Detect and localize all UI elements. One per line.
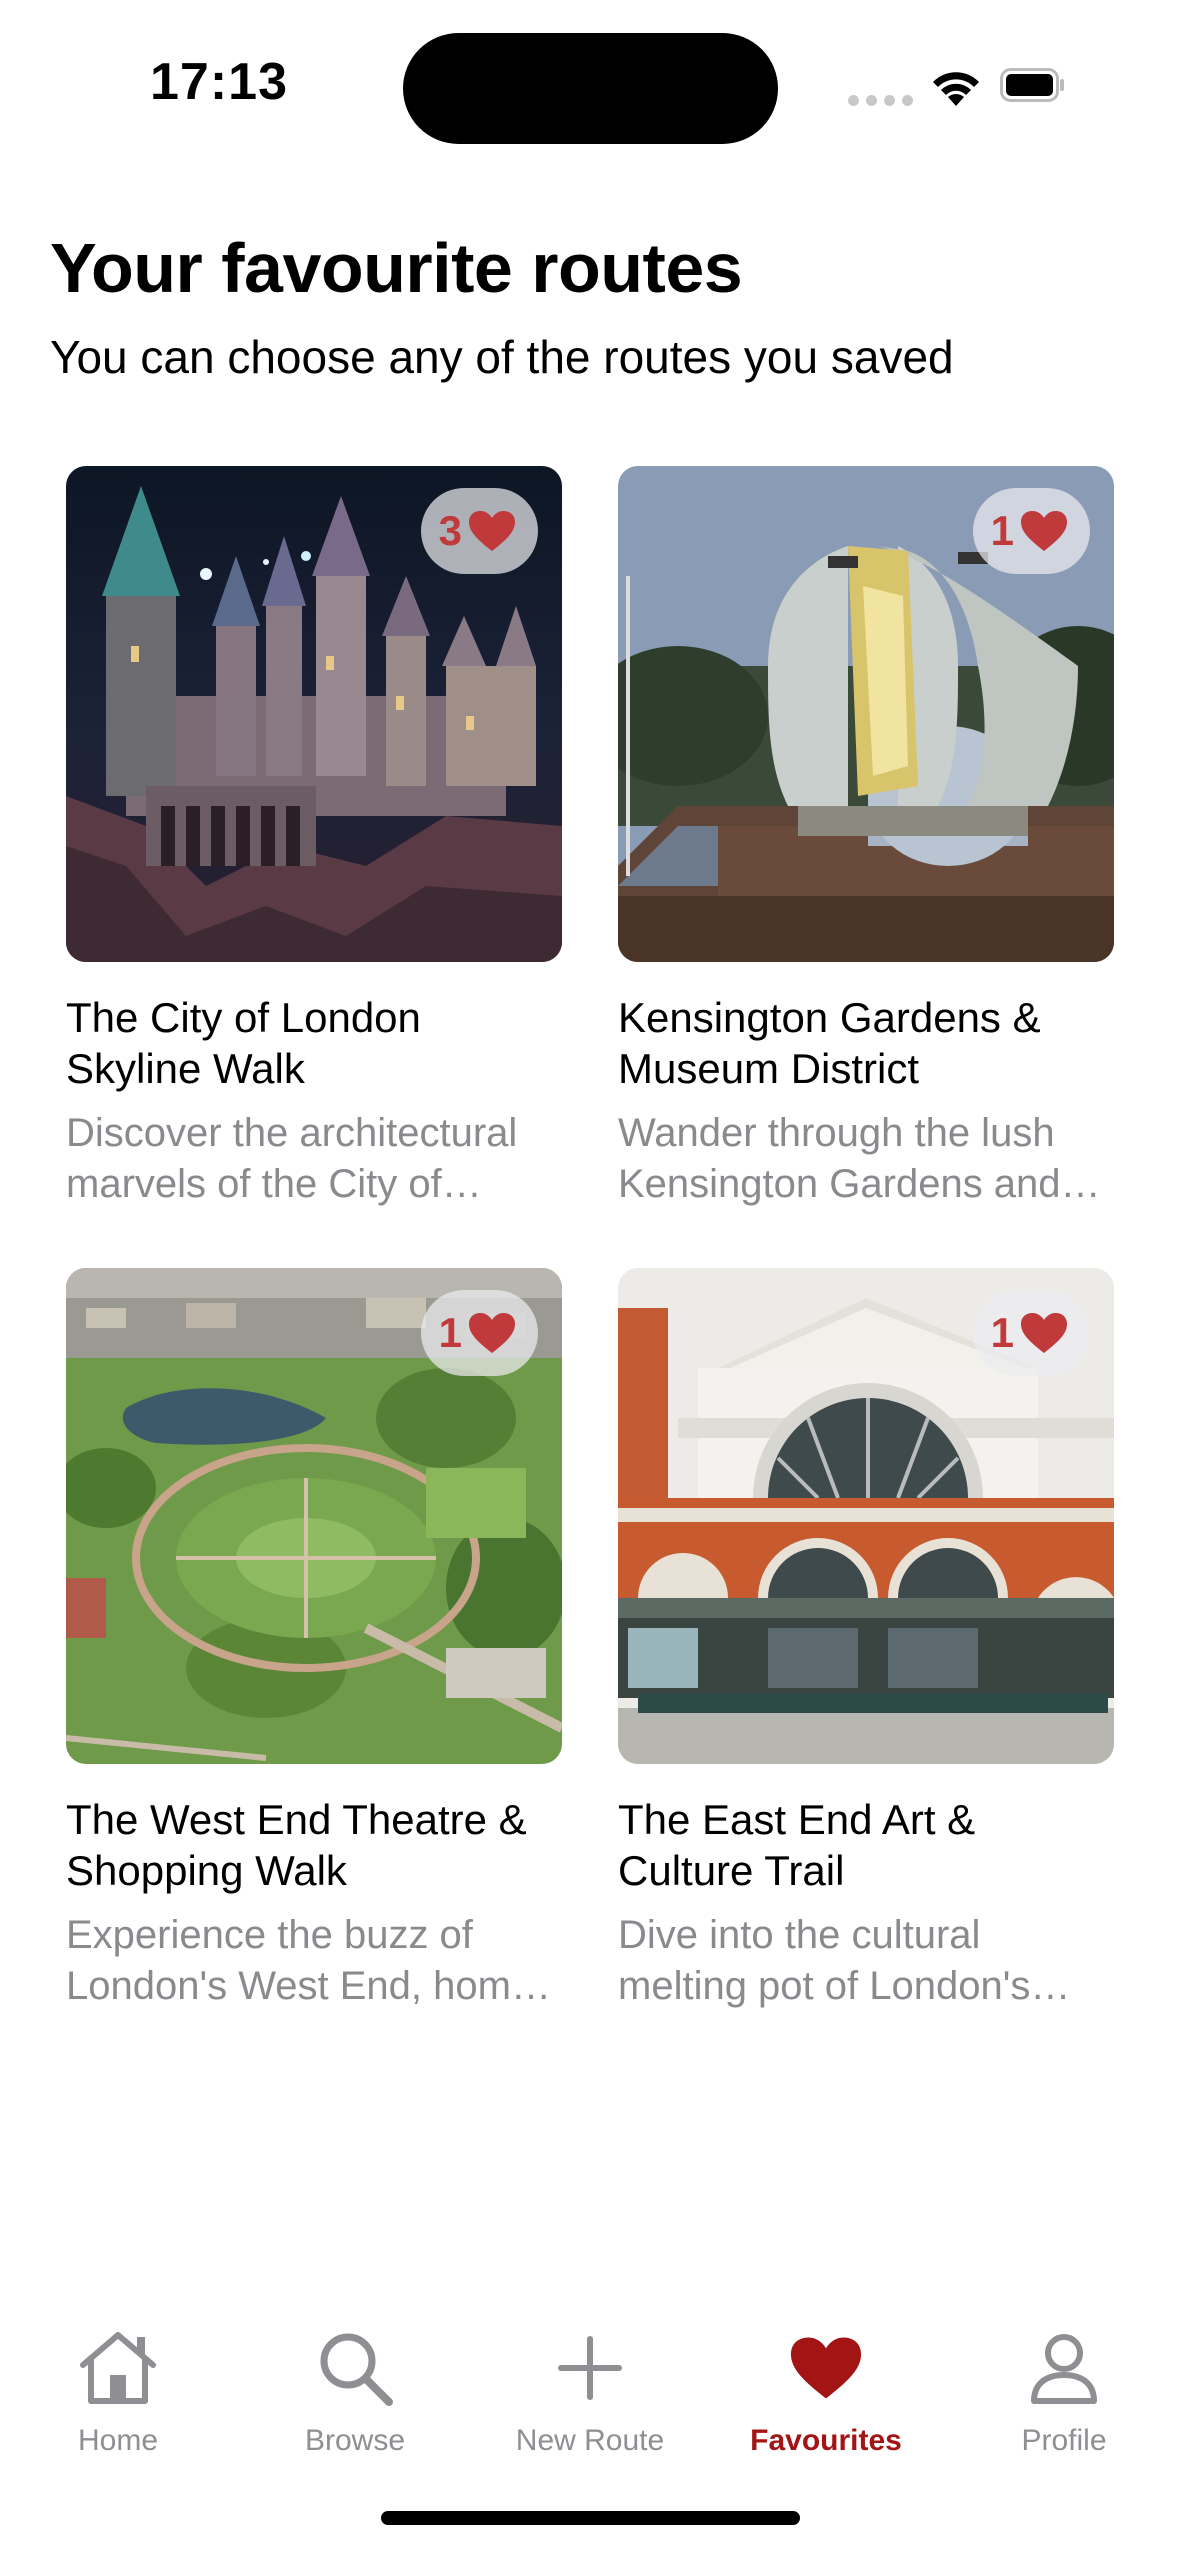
tab-label: Profile — [1021, 2424, 1107, 2457]
route-title: The City of London Skyline Walk — [66, 994, 421, 1092]
tab-label: New Route — [515, 2424, 665, 2457]
heart-icon — [468, 510, 516, 552]
heart-icon — [1020, 1312, 1068, 1354]
route-description: Discover the architectural marvels of th… — [66, 1111, 518, 1206]
tab-label: Favourites — [750, 2424, 902, 2457]
route-card-kensington[interactable]: 1 Kensington Gardens & Museum District W… — [618, 466, 1114, 1210]
house-icon — [75, 2318, 161, 2418]
favourite-count-badge[interactable]: 1 — [972, 1290, 1090, 1376]
route-description: Dive into the cultural melting pot of Lo… — [618, 1913, 1031, 2008]
route-title: The West End Theatre & Shopping Walk — [66, 1796, 527, 1894]
route-image-park-aerial: 1 — [66, 1268, 562, 1764]
favourite-count: 1 — [990, 1309, 1014, 1356]
route-title: The East End Art & Culture Trail — [618, 1796, 976, 1894]
route-card-city-of-london[interactable]: 3 The City of London Skyline Walk Discov… — [66, 466, 562, 1210]
route-image-transport-museum: 1 — [618, 1268, 1114, 1764]
favourite-count-badge[interactable]: 3 — [420, 488, 538, 574]
plus-icon — [555, 2318, 625, 2418]
favourite-count-badge[interactable]: 1 — [972, 488, 1090, 574]
route-image-observatory: 1 — [618, 466, 1114, 962]
tab-favourites[interactable]: Favourites — [726, 2300, 926, 2458]
tab-bar: Home Browse New Route Favourites Profile — [0, 2300, 1179, 2500]
wifi-icon — [928, 66, 984, 113]
route-description: Experience the buzz of London's West End… — [66, 1913, 534, 2008]
person-icon — [1029, 2318, 1099, 2418]
dynamic-island — [403, 33, 778, 144]
favourite-count: 1 — [438, 1309, 462, 1356]
route-description: Wander through the lush Kensington Garde… — [618, 1111, 1061, 1206]
page-subtitle: You can choose any of the routes you sav… — [50, 331, 954, 383]
heart-icon — [468, 1312, 516, 1354]
route-card-west-end[interactable]: 1 The West End Theatre & Shopping Walk E… — [66, 1268, 562, 2012]
favourite-count: 3 — [438, 507, 462, 554]
tab-label: Browse — [304, 2424, 406, 2457]
tab-new-route[interactable]: New Route — [490, 2300, 690, 2458]
tab-label: Home — [77, 2424, 159, 2457]
route-image-castle: 3 — [66, 466, 562, 962]
route-card-east-end[interactable]: 1 The East End Art & Culture Trail Dive … — [618, 1268, 1114, 2012]
heart-icon — [1020, 510, 1068, 552]
page-title: Your favourite routes — [50, 229, 743, 307]
tab-browse[interactable]: Browse — [255, 2300, 455, 2458]
route-title: Kensington Gardens & Museum District — [618, 994, 1041, 1092]
cellular-signal-icon — [848, 95, 913, 106]
heart-icon — [789, 2318, 863, 2418]
favourites-screen: 17:13 Your favourite routes You can choo… — [0, 0, 1179, 2556]
battery-icon — [1000, 68, 1066, 107]
magnifier-icon — [315, 2318, 395, 2418]
tab-home[interactable]: Home — [18, 2300, 218, 2458]
tab-profile[interactable]: Profile — [964, 2300, 1164, 2458]
favourite-count-badge[interactable]: 1 — [420, 1290, 538, 1376]
status-time: 17:13 — [150, 53, 288, 111]
favourite-count: 1 — [990, 507, 1014, 554]
home-indicator[interactable] — [381, 2511, 800, 2525]
